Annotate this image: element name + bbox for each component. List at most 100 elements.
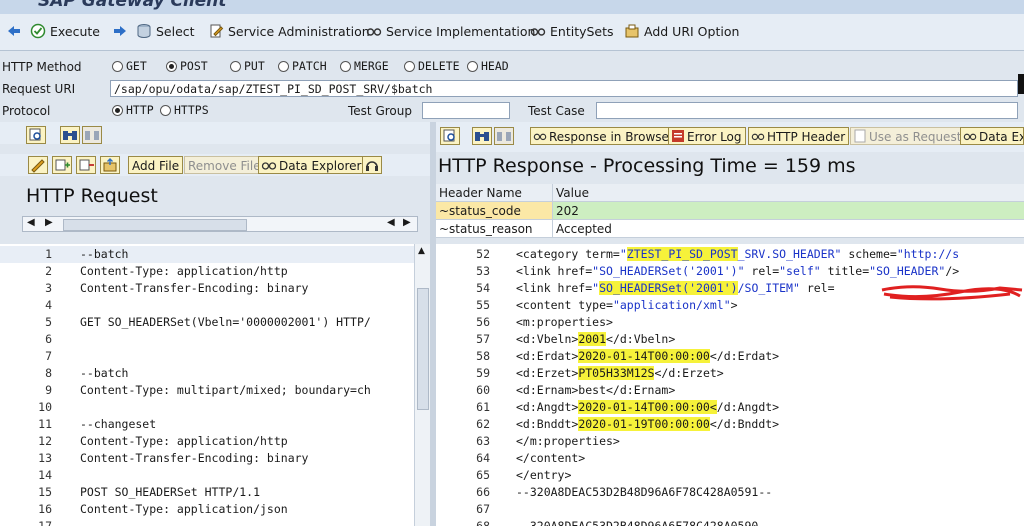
entitysets-button[interactable]: EntitySets xyxy=(530,23,614,39)
forward-button[interactable] xyxy=(112,23,128,39)
code-line: 9 Content-Type: multipart/mixed; boundary… xyxy=(0,382,414,399)
line-text: <m:properties> xyxy=(516,315,613,329)
service-administration-button[interactable]: Service Administration xyxy=(208,23,370,39)
code-token: > xyxy=(730,298,738,312)
code-line: 2 Content-Type: application/http xyxy=(0,263,414,280)
test-group-label: Test Group xyxy=(348,104,412,118)
line-number: 56 xyxy=(476,315,490,329)
settings-button[interactable] xyxy=(362,156,382,174)
table-row[interactable]: ~status_code 202 xyxy=(436,201,1024,220)
line-number: 66 xyxy=(476,485,490,499)
binoculars-icon xyxy=(63,131,77,140)
radio-head[interactable]: HEAD xyxy=(467,59,509,73)
find-next-button[interactable] xyxy=(82,126,102,144)
select-label: Select xyxy=(156,23,195,39)
line-number: 12 xyxy=(38,434,52,448)
line-number: 55 xyxy=(476,298,490,312)
code-token: SO_HEADERSet('2001') xyxy=(599,281,738,295)
radio-merge[interactable]: MERGE xyxy=(340,59,389,73)
response-find-next-button[interactable] xyxy=(494,127,514,145)
request-body-editor[interactable]: 1 --batch 2 Content-Type: application/http 3… xyxy=(0,244,414,526)
table-row[interactable]: ~status_reason Accepted xyxy=(436,219,1024,238)
back-button[interactable] xyxy=(6,23,22,39)
glasses-icon xyxy=(261,162,277,170)
request-horizontal-scrollbar[interactable]: ◀ ▶ ◀ ▶ xyxy=(22,216,418,232)
radio-put-indicator xyxy=(230,60,241,72)
header-name-column: Header Name xyxy=(436,184,553,202)
glasses-icon xyxy=(751,133,765,141)
radio-put[interactable]: PUT xyxy=(230,59,265,73)
service-implementation-label: Service Implementation xyxy=(386,23,536,39)
radio-post[interactable]: POST xyxy=(166,59,208,73)
upload-button[interactable] xyxy=(100,156,120,174)
error-log-button[interactable]: Error Log xyxy=(668,127,746,145)
line-number: 17 xyxy=(38,519,52,526)
radio-get[interactable]: GET xyxy=(112,59,147,73)
code-token: </d:Vbeln> xyxy=(606,332,676,346)
radio-put-label: PUT xyxy=(244,59,265,73)
execute-label: Execute xyxy=(50,23,100,39)
line-number: 13 xyxy=(38,451,52,465)
request-scroll-thumb[interactable] xyxy=(63,219,247,231)
add-uri-option-button[interactable]: Add URI Option xyxy=(624,23,739,39)
code-line: 57 <d:Vbeln>2001</d:Vbeln> xyxy=(436,331,1024,348)
request-uri-row: Request URI /sap/opu/odata/sap/ZTEST_PI_… xyxy=(0,78,1024,100)
request-vertical-scrollbar[interactable]: ▲ xyxy=(414,244,431,526)
code-token: 2020-01-14T00:00:00< xyxy=(578,400,717,414)
scroll-up-icon: ▲ xyxy=(418,246,425,256)
request-uri-input[interactable]: /sap/opu/odata/sap/ZTEST_PI_SD_POST_SRV/… xyxy=(110,80,1018,97)
code-token: </content> xyxy=(516,451,586,465)
test-case-input[interactable] xyxy=(596,102,1018,119)
forward-arrow-icon xyxy=(114,26,126,36)
line-number: 54 xyxy=(476,281,490,295)
find-button[interactable] xyxy=(26,126,46,144)
code-line: 59 <d:Erzet>PT05H33M12S</d:Erzet> xyxy=(436,365,1024,382)
radio-http[interactable]: HTTP xyxy=(112,103,154,117)
response-find-button[interactable] xyxy=(440,127,460,145)
code-token: --320A8DEAC53D2B48D96A6F78C428A0591-- xyxy=(516,485,773,499)
line-number: 53 xyxy=(476,264,490,278)
response-data-explorer-button[interactable]: Data Exp xyxy=(960,127,1024,145)
radio-patch[interactable]: PATCH xyxy=(278,59,327,73)
code-line: 13 Content-Transfer-Encoding: binary xyxy=(0,450,414,467)
radio-delete[interactable]: DELETE xyxy=(404,59,460,73)
binoculars-button[interactable] xyxy=(60,126,80,144)
response-binoculars-button[interactable] xyxy=(472,127,492,145)
test-group-input[interactable] xyxy=(422,102,510,119)
code-line: 14 xyxy=(0,467,414,484)
line-number: 11 xyxy=(38,417,52,431)
delete-row-button[interactable] xyxy=(76,156,96,174)
radio-https[interactable]: HTTPS xyxy=(160,103,209,117)
line-number: 7 xyxy=(45,349,52,363)
line-text: Content-Transfer-Encoding: binary xyxy=(80,281,309,295)
insert-row-button[interactable] xyxy=(52,156,72,174)
request-vscroll-thumb[interactable] xyxy=(417,288,429,410)
find-icon xyxy=(29,128,41,141)
select-button[interactable]: Select xyxy=(136,23,195,39)
line-text: <d:Erdat>2020-01-14T00:00:00</d:Erdat> xyxy=(516,349,779,363)
execute-button[interactable]: Execute xyxy=(30,23,100,39)
line-number: 10 xyxy=(38,400,52,414)
line-number: 3 xyxy=(45,281,52,295)
code-token: "SO_HEADERSet('2001')" xyxy=(592,264,745,278)
http-header-button[interactable]: HTTP Header xyxy=(748,127,850,145)
code-line: 7 xyxy=(0,348,414,365)
code-line: 62 <d:Bnddt>2020-01-19T00:00:00</d:Bnddt> xyxy=(436,416,1024,433)
code-line: 16 Content-Type: application/json xyxy=(0,501,414,518)
code-token: <link href= xyxy=(516,281,593,295)
code-token: <content type= xyxy=(516,298,613,312)
code-line: 68 --320A8DEAC53D2B48D96A6F78C428A0590-- xyxy=(436,518,1024,526)
edit-button[interactable] xyxy=(28,156,48,174)
response-data-explorer-label: Data Exp xyxy=(979,130,1023,144)
http-method-label: HTTP Method xyxy=(2,60,82,74)
add-file-button[interactable]: Add File xyxy=(128,156,184,174)
code-line: 8 --batch xyxy=(0,365,414,382)
line-number: 65 xyxy=(476,468,490,482)
line-text: <d:Erzet>PT05H33M12S</d:Erzet> xyxy=(516,366,724,380)
response-in-browser-button[interactable]: Response in Browser xyxy=(530,127,678,145)
service-implementation-button[interactable]: Service Implementation xyxy=(366,23,535,39)
response-body-viewer[interactable]: 68 --320A8DEAC53D2B48D96A6F78C428A0590-- 6… xyxy=(436,244,1024,526)
request-data-explorer-button[interactable]: Data Explorer xyxy=(258,156,366,174)
database-icon xyxy=(137,24,151,38)
line-text: <category term="ZTEST_PI_SD_POST_SRV.SO_… xyxy=(516,247,959,261)
